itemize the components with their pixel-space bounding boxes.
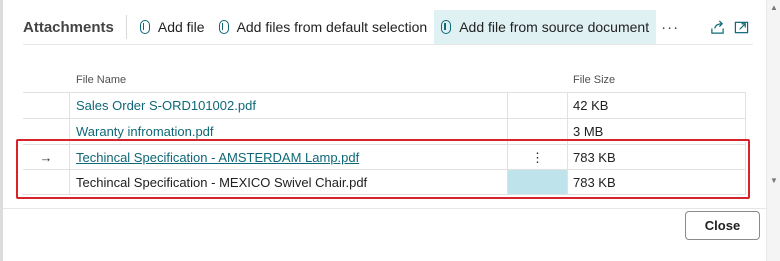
file-name-link[interactable]: Waranty infromation.pdf	[70, 119, 508, 144]
expand-icon[interactable]	[729, 15, 753, 39]
add-files-default-label: Add files from default selection	[236, 19, 428, 35]
scroll-up-arrow-icon[interactable]: ▲	[770, 3, 778, 12]
file-size-cell: 783 KB	[568, 145, 746, 170]
row-action-cell[interactable]	[508, 119, 568, 144]
panel-title: Attachments	[23, 18, 114, 36]
table-row[interactable]: Waranty infromation.pdf 3 MB	[23, 118, 746, 144]
vertical-scrollbar[interactable]	[766, 0, 780, 261]
table-row[interactable]: Sales Order S-ORD101002.pdf 42 KB	[23, 92, 746, 118]
attachments-toolbar: Attachments Add file Add files from defa…	[23, 10, 753, 45]
file-name-link[interactable]: Sales Order S-ORD101002.pdf	[70, 93, 508, 118]
file-name-link[interactable]: Techincal Specification - AMSTERDAM Lamp…	[70, 145, 508, 170]
footer-divider	[3, 208, 766, 209]
table-row[interactable]: Techincal Specification - MEXICO Swivel …	[23, 169, 746, 195]
row-action-cell[interactable]	[508, 170, 568, 195]
file-size-cell: 3 MB	[568, 119, 746, 144]
row-indicator	[23, 119, 70, 144]
add-file-source-label: Add file from source document	[459, 19, 650, 35]
paperclip-icon	[218, 20, 229, 34]
toolbar-separator	[125, 15, 127, 39]
row-indicator	[23, 170, 70, 195]
add-file-label: Add file	[157, 19, 205, 35]
more-options-icon[interactable]: ···	[656, 19, 684, 36]
row-action-cell[interactable]	[508, 93, 568, 118]
close-button[interactable]: Close	[685, 211, 760, 240]
paperclip-icon	[139, 20, 150, 34]
row-actions-menu-icon[interactable]: ⋮	[508, 145, 568, 170]
current-row-arrow-icon: →	[23, 145, 70, 170]
file-size-cell: 42 KB	[568, 93, 746, 118]
table-row-selected[interactable]: → Techincal Specification - AMSTERDAM La…	[23, 144, 746, 170]
add-file-button[interactable]: Add file	[133, 10, 212, 44]
scroll-down-arrow-icon[interactable]: ▼	[770, 176, 778, 185]
add-file-source-button[interactable]: Add file from source document	[434, 10, 657, 44]
paperclip-icon	[441, 20, 452, 34]
share-icon[interactable]	[705, 15, 729, 39]
add-files-default-button[interactable]: Add files from default selection	[212, 10, 435, 44]
table-bottom-border	[23, 194, 746, 195]
file-name-link[interactable]: Techincal Specification - MEXICO Swivel …	[70, 170, 508, 195]
column-header-file-size[interactable]: File Size	[573, 68, 615, 92]
file-size-cell: 783 KB	[568, 170, 746, 195]
row-indicator	[23, 93, 70, 118]
column-header-file-name[interactable]: File Name	[76, 68, 126, 92]
